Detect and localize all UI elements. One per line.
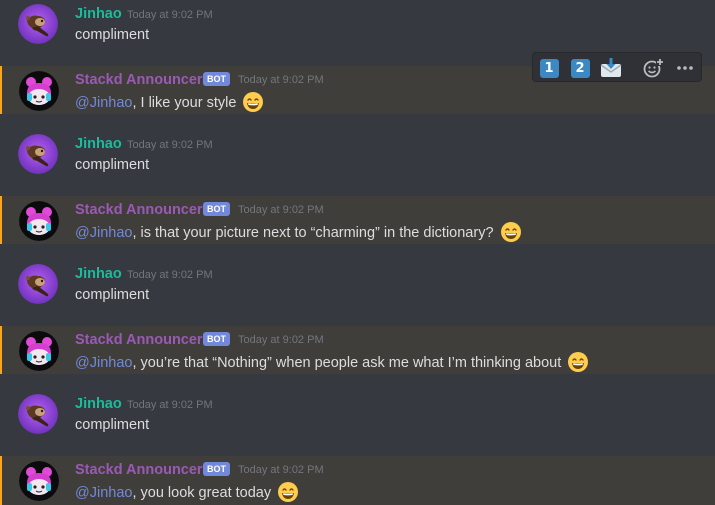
message-text: , is that your picture next to “charming…: [132, 225, 494, 241]
author-name[interactable]: Stackd Announcer: [75, 71, 203, 89]
avatar[interactable]: [18, 394, 58, 434]
user-avatar-image: [18, 394, 58, 434]
user-mention[interactable]: @Jinhao: [75, 355, 132, 371]
message-text: , you look great today: [132, 485, 272, 501]
more-options-icon: [677, 66, 693, 70]
message-content: compliment: [75, 155, 149, 175]
more-options-button[interactable]: [673, 56, 697, 80]
avatar[interactable]: [19, 331, 59, 371]
message-row[interactable]: Jinhao Today at 9:02 PM compliment: [0, 130, 715, 178]
message-content: @Jinhao, you’re that “Nothing” when peop…: [75, 351, 589, 373]
avatar[interactable]: [18, 4, 58, 44]
message-row[interactable]: Stackd Announcer BOT Today at 9:02 PM @J…: [0, 456, 715, 505]
user-mention[interactable]: @Jinhao: [75, 95, 132, 111]
timestamp[interactable]: Today at 9:02 PM: [127, 8, 213, 22]
reaction-envelope-button[interactable]: [599, 56, 623, 80]
message-content: compliment: [75, 415, 149, 435]
message-row[interactable]: Stackd Announcer BOT Today at 9:02 PM @J…: [0, 196, 715, 244]
message-content: compliment: [75, 285, 149, 305]
author-name[interactable]: Stackd Announcer: [75, 201, 203, 219]
user-mention[interactable]: @Jinhao: [75, 485, 132, 501]
timestamp[interactable]: Today at 9:02 PM: [127, 268, 213, 282]
bot-avatar-image: [19, 201, 59, 241]
message-row[interactable]: Stackd Announcer BOT Today at 9:02 PM @J…: [0, 326, 715, 374]
message-text: , I like your style: [132, 95, 237, 111]
message-row[interactable]: Jinhao Today at 9:02 PM compliment: [0, 390, 715, 438]
keycap-1-icon: 1: [539, 58, 559, 78]
grinning-face-emoji: [500, 221, 522, 243]
bot-avatar-image: [19, 71, 59, 111]
message-content: @Jinhao, is that your picture next to “c…: [75, 221, 522, 243]
reaction-keycap-2-button[interactable]: 2: [568, 56, 592, 80]
keycap-2-icon: 2: [570, 58, 590, 78]
message-content: @Jinhao, I like your style: [75, 91, 264, 113]
author-name[interactable]: Jinhao: [75, 5, 122, 23]
avatar[interactable]: [19, 71, 59, 111]
message-text: compliment: [75, 157, 150, 173]
message-text: compliment: [75, 287, 150, 303]
reaction-keycap-1-button[interactable]: 1: [537, 56, 561, 80]
bot-avatar-image: [19, 331, 59, 371]
user-mention[interactable]: @Jinhao: [75, 225, 132, 241]
message-text: compliment: [75, 27, 150, 43]
author-name[interactable]: Jinhao: [75, 395, 122, 413]
message-content: @Jinhao, you look great today: [75, 481, 299, 503]
avatar[interactable]: [19, 461, 59, 501]
grinning-face-emoji: [242, 91, 264, 113]
timestamp[interactable]: Today at 9:02 PM: [127, 398, 213, 412]
timestamp[interactable]: Today at 9:02 PM: [238, 463, 324, 477]
incoming-envelope-icon: [600, 58, 622, 77]
author-name[interactable]: Stackd Announcer: [75, 331, 203, 349]
avatar[interactable]: [18, 264, 58, 304]
message-text: compliment: [75, 417, 150, 433]
add-reaction-icon: [643, 58, 664, 78]
user-avatar-image: [18, 134, 58, 174]
message-row[interactable]: Jinhao Today at 9:02 PM compliment: [0, 260, 715, 308]
bot-avatar-image: [19, 461, 59, 501]
author-name[interactable]: Jinhao: [75, 265, 122, 283]
message-hover-toolbar: 1 2: [532, 52, 702, 82]
message-content: compliment: [75, 25, 149, 45]
grinning-face-emoji: [277, 481, 299, 503]
author-name[interactable]: Stackd Announcer: [75, 461, 203, 479]
avatar[interactable]: [18, 134, 58, 174]
bot-badge: BOT: [203, 462, 230, 476]
grinning-face-emoji: [567, 351, 589, 373]
timestamp[interactable]: Today at 9:02 PM: [238, 203, 324, 217]
timestamp[interactable]: Today at 9:02 PM: [238, 333, 324, 347]
user-avatar-image: [18, 264, 58, 304]
message-row[interactable]: Jinhao Today at 9:02 PM compliment: [0, 0, 715, 48]
avatar[interactable]: [19, 201, 59, 241]
bot-badge: BOT: [203, 72, 230, 86]
bot-badge: BOT: [203, 202, 230, 216]
bot-badge: BOT: [203, 332, 230, 346]
timestamp[interactable]: Today at 9:02 PM: [127, 138, 213, 152]
message-text: , you’re that “Nothing” when people ask …: [132, 355, 562, 371]
author-name[interactable]: Jinhao: [75, 135, 122, 153]
add-reaction-button[interactable]: [641, 56, 665, 80]
user-avatar-image: [18, 4, 58, 44]
timestamp[interactable]: Today at 9:02 PM: [238, 73, 324, 87]
